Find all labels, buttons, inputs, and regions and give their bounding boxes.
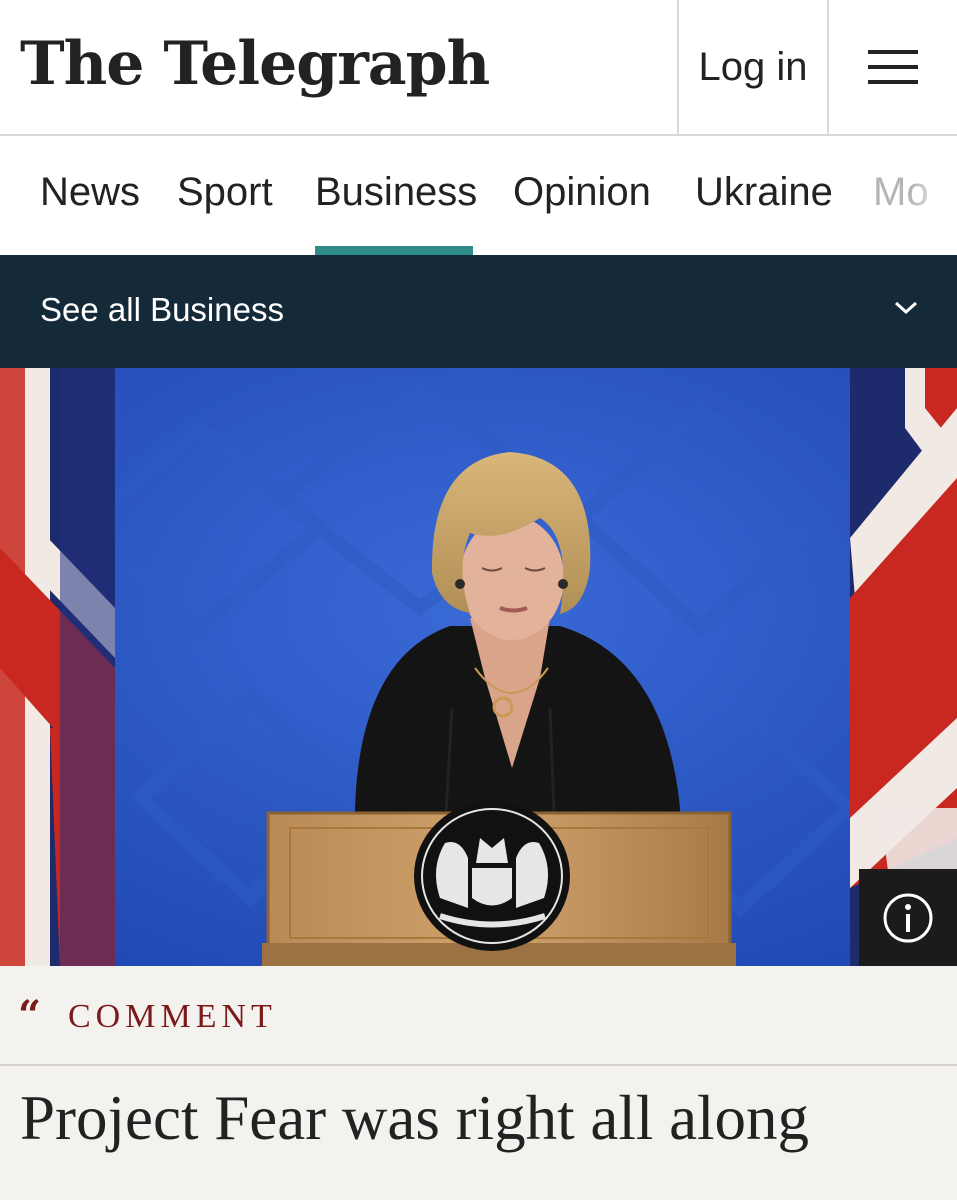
site-logo[interactable]: The Telegraph: [20, 14, 490, 114]
hamburger-menu-icon: [868, 50, 918, 84]
royal-crest: [414, 801, 570, 951]
login-button[interactable]: Log in: [677, 0, 829, 134]
menu-button[interactable]: [829, 0, 957, 134]
article-kicker[interactable]: COMMENT: [68, 992, 277, 1042]
site-header: The Telegraph Log in: [0, 0, 957, 136]
article-kicker-row: “ COMMENT: [0, 966, 957, 1066]
see-all-business-bar[interactable]: See all Business: [0, 255, 957, 368]
hero-photo: [0, 368, 957, 966]
see-all-business-label: See all Business: [40, 291, 284, 328]
nav-item-sport[interactable]: Sport: [177, 136, 273, 255]
chevron-down-icon[interactable]: [894, 300, 918, 316]
nav-item-ukraine[interactable]: Ukraine: [695, 136, 833, 255]
info-icon: [883, 893, 933, 942]
left-flag: [0, 368, 115, 966]
image-info-button[interactable]: [859, 869, 957, 966]
nav-fade-overlay: [912, 136, 957, 255]
quote-icon: “: [18, 992, 42, 1039]
press-conference-photo: [0, 368, 957, 966]
nav-item-opinion[interactable]: Opinion: [513, 136, 651, 255]
section-nav: News Sport Business Opinion Ukraine Mo: [0, 136, 957, 255]
nav-item-news[interactable]: News: [40, 136, 140, 255]
nav-item-business[interactable]: Business: [315, 136, 477, 255]
article-headline: Project Fear was right all along: [20, 1083, 810, 1153]
